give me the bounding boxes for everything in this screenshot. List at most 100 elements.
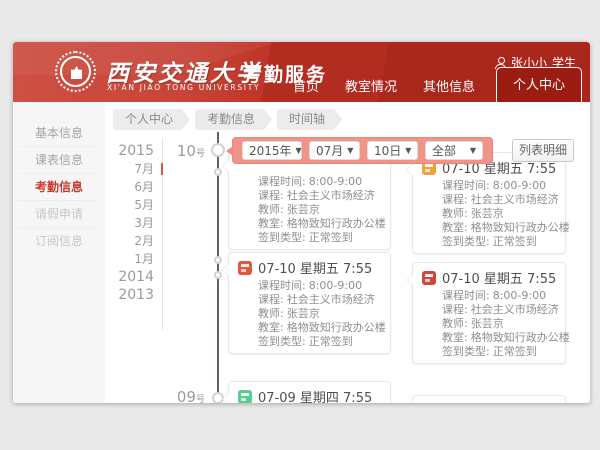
field-label: 教室: (258, 217, 284, 230)
type-select[interactable]: 全部 ▼ (425, 141, 483, 160)
day-suffix: 号 (196, 149, 205, 159)
field-value: 8:00-9:00 (493, 289, 546, 302)
timeline-node (214, 256, 222, 264)
attendance-type-icon (238, 261, 252, 275)
timeline-year-item[interactable]: 7月 (109, 160, 159, 178)
field-label: 课程时间: (442, 179, 490, 192)
nav-item[interactable]: 首页 (280, 71, 332, 102)
field-value: 张芸京 (287, 307, 320, 320)
attendance-type-icon (422, 271, 436, 285)
field-value: 格物致知行政办公楼 (471, 331, 570, 344)
field-value: 8:00-9:00 (493, 179, 546, 192)
year-select[interactable]: 2015年 ▼ (242, 141, 302, 160)
sidebar-item[interactable]: 基本信息 (18, 120, 100, 147)
breadcrumb-item[interactable]: 时间轴 (277, 109, 342, 130)
timeline-year-list: 2015 7月 6月 5月 3月 2月 1月 2014 2013 (109, 142, 159, 304)
card-date: 07-10 星期五 7:55 (258, 258, 372, 277)
month-select[interactable]: 07月 ▼ (309, 141, 360, 160)
field-label: 教师: (442, 317, 468, 330)
timeline-year-item[interactable]: 6月 (109, 178, 159, 196)
sidebar-item[interactable]: 请假申请 (18, 201, 100, 228)
card-field-row: 教室:格物致知行政办公楼 (258, 321, 381, 335)
sidebar-item[interactable]: 考勤信息 (18, 174, 100, 201)
card-header: 07-10 星期五 7:55 (238, 259, 381, 276)
card-field-row: 教师:张芸京 (442, 317, 556, 331)
card-field-row: 教师:张芸京 (258, 307, 381, 321)
field-value: 正常签到 (493, 235, 537, 248)
field-value: 格物致知行政办公楼 (287, 321, 386, 334)
day-select-value: 10日 (374, 142, 401, 159)
card-date: 07-10 星期五 7:55 (442, 268, 556, 287)
card-field-row: 课程时间:8:00-9:00 (258, 175, 381, 189)
chevron-down-icon: ▼ (296, 146, 302, 155)
card-field-row: 教室:格物致知行政办公楼 (442, 331, 556, 345)
sidebar-item[interactable]: 课表信息 (18, 147, 100, 174)
attendance-card: 07-10 星期五 7:55 课程时间:8:00-9:00 课程:社会主义市场经… (412, 152, 566, 254)
nav-item[interactable]: 其他信息 (410, 71, 488, 102)
field-value: 正常签到 (309, 231, 353, 244)
card-field-row: 教师:张芸京 (258, 203, 381, 217)
timeline-year-item[interactable]: 2013 (109, 286, 159, 304)
card-date: 07-09 星期四 7:55 (258, 387, 372, 403)
month-select-value: 07月 (316, 142, 343, 159)
field-label: 课程: (442, 193, 468, 206)
card-field-row: 课程时间:8:00-9:00 (442, 179, 556, 193)
university-name-english: XI'AN JIAO TONG UNIVERSITY (107, 83, 260, 92)
breadcrumb-item[interactable]: 考勤信息 (195, 109, 272, 130)
year-select-value: 2015年 (249, 142, 292, 159)
field-value: 正常签到 (493, 345, 537, 358)
field-label: 课程: (258, 293, 284, 306)
timeline-node (214, 271, 222, 279)
field-value: 8:00-9:00 (309, 279, 362, 292)
timeline-year-item[interactable]: 1月 (109, 250, 159, 268)
timeline-year-item[interactable]: 5月 (109, 196, 159, 214)
card-field-row: 课程时间:8:00-9:00 (442, 289, 556, 303)
sidebar: 基本信息 课表信息 考勤信息 请假申请 订阅信息 (13, 102, 105, 403)
breadcrumb-item[interactable]: 个人中心 (113, 109, 190, 130)
timeline-year-item[interactable]: 2014 (109, 268, 159, 286)
timeline-day-label: 10号 (151, 142, 205, 160)
day-number: 09 (177, 388, 196, 403)
nav-item[interactable]: 个人中心 (496, 67, 582, 102)
timeline-year-item[interactable]: 3月 (109, 214, 159, 232)
attendance-card (412, 395, 566, 403)
field-label: 签到类型: (442, 345, 490, 358)
card-field-row: 课程:社会主义市场经济 (442, 303, 556, 317)
field-value: 张芸京 (471, 207, 504, 220)
field-label: 课程时间: (442, 289, 490, 302)
nav-item[interactable]: 教室情况 (332, 71, 410, 102)
field-value: 格物致知行政办公楼 (471, 221, 570, 234)
sidebar-item[interactable]: 订阅信息 (18, 228, 100, 255)
card-header: 07-10 星期五 7:55 (422, 269, 556, 286)
field-value: 8:00-9:00 (309, 175, 362, 188)
day-suffix: 号 (196, 395, 205, 403)
card-field-row: 教师:张芸京 (442, 207, 556, 221)
day-number: 10 (177, 142, 196, 160)
field-value: 社会主义市场经济 (287, 189, 375, 202)
card-field-row: 课程时间:8:00-9:00 (258, 279, 381, 293)
field-label: 课程: (442, 303, 468, 316)
attendance-card: 07-10 星期五 7:55 课程时间:8:00-9:00 课程:社会主义市场经… (412, 262, 566, 364)
list-detail-button[interactable]: 列表明细 (512, 139, 574, 162)
timeline-day-label: 09号 (161, 388, 205, 403)
field-value: 格物致知行政办公楼 (287, 217, 386, 230)
app-header: 西安交通大学 XI'AN JIAO TONG UNIVERSITY 考勤服务 张… (13, 42, 590, 102)
attendance-type-icon (238, 390, 252, 404)
field-label: 教室: (258, 321, 284, 334)
day-select[interactable]: 10日 ▼ (367, 141, 418, 160)
field-label: 教室: (442, 331, 468, 344)
field-value: 社会主义市场经济 (471, 193, 559, 206)
timeline-year-item[interactable]: 2月 (109, 232, 159, 250)
card-field-row: 签到类型:正常签到 (258, 231, 381, 245)
chevron-down-icon: ▼ (347, 146, 353, 155)
card-field-row: 签到类型:正常签到 (258, 335, 381, 349)
main-nav: 首页 教室情况 其他信息 个人中心 (280, 67, 582, 102)
field-label: 教师: (258, 203, 284, 216)
card-field-row: 签到类型:正常签到 (442, 235, 556, 249)
card-fields: 课程时间:8:00-9:00 课程:社会主义市场经济 教师:张芸京 教室:格物致… (258, 279, 381, 349)
field-label: 签到类型: (258, 335, 306, 348)
card-field-row: 课程:社会主义市场经济 (442, 193, 556, 207)
timeline-node (214, 168, 222, 176)
field-label: 教师: (442, 207, 468, 220)
field-value: 张芸京 (287, 203, 320, 216)
